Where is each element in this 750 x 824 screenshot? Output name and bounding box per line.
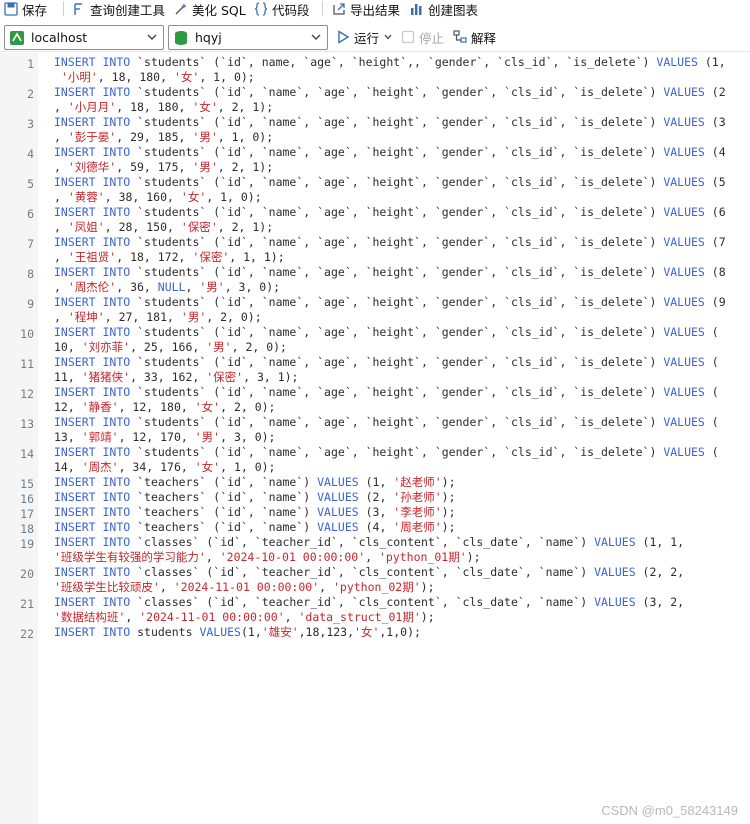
chevron-down-icon — [147, 34, 157, 40]
query-builder-button[interactable]: 查询创建工具 — [72, 0, 165, 18]
line-number: 8 — [27, 267, 34, 281]
chevron-down-icon — [384, 34, 392, 40]
line-number: 3 — [27, 117, 34, 131]
watermark: CSDN @m0_58243149 — [601, 803, 738, 818]
code-line[interactable]: INSERT INTO `students` (`id`, `name`, `a… — [54, 295, 744, 325]
line-number: 20 — [20, 567, 34, 581]
line-number: 19 — [20, 537, 34, 551]
export-results-button[interactable]: 导出结果 — [332, 0, 400, 18]
explain-button[interactable]: 解释 — [453, 26, 496, 48]
run-button[interactable]: 运行 — [336, 26, 393, 48]
line-number: 4 — [27, 147, 34, 161]
query-builder-icon — [74, 3, 82, 15]
code-snippet-label: 代码段 — [272, 2, 310, 18]
line-number-gutter — [0, 53, 38, 824]
line-number: 14 — [20, 447, 34, 461]
code-line[interactable]: INSERT INTO `teachers` (`id`, `name`) VA… — [54, 490, 744, 505]
code-line[interactable]: INSERT INTO `teachers` (`id`, `name`) VA… — [54, 475, 744, 490]
connection-select[interactable]: localhost — [4, 25, 164, 50]
code-line[interactable]: INSERT INTO `teachers` (`id`, `name`) VA… — [54, 520, 744, 535]
beautify-sql-label: 美化 SQL — [192, 2, 246, 18]
line-number: 16 — [20, 492, 34, 506]
code-line[interactable]: INSERT INTO `students` (`id`, `name`, `a… — [54, 115, 744, 145]
code-line[interactable]: INSERT INTO `students` (`id`, `name`, `a… — [54, 175, 744, 205]
stop-label: 停止 — [419, 30, 445, 46]
code-line[interactable]: INSERT INTO `students` (`id`, `name`, `a… — [54, 235, 744, 265]
code-line[interactable]: INSERT INTO `students` (`id`, `name`, `a… — [54, 85, 744, 115]
create-chart-button[interactable]: 创建图表 — [410, 0, 478, 18]
connection-icon — [10, 30, 24, 45]
code-line[interactable]: INSERT INTO `students` (`id`, `name`, `a… — [54, 445, 744, 475]
beautify-sql-button[interactable]: 美化 SQL — [174, 0, 246, 18]
bar-chart-icon — [411, 4, 422, 15]
save-label: 保存 — [22, 2, 48, 18]
magic-wand-icon — [175, 3, 187, 15]
line-number: 15 — [20, 477, 34, 491]
code-line[interactable]: INSERT INTO `students` (`id`, `name`, `a… — [54, 265, 744, 295]
code-line[interactable]: INSERT INTO `students` (`id`, `name`, `a… — [54, 415, 744, 445]
line-number: 2 — [27, 87, 34, 101]
toolbar-divider — [63, 1, 64, 16]
export-results-label: 导出结果 — [350, 2, 401, 18]
line-number: 1 — [27, 57, 34, 71]
stop-button[interactable]: 停止 — [401, 26, 444, 48]
line-number: 9 — [27, 297, 34, 311]
database-select[interactable]: hqyj — [168, 25, 328, 50]
line-number: 7 — [27, 237, 34, 251]
code-line[interactable]: INSERT INTO `students` (`id`, name, `age… — [54, 55, 744, 85]
line-number: 18 — [20, 522, 34, 536]
line-number: 6 — [27, 207, 34, 221]
code-line[interactable]: INSERT INTO `teachers` (`id`, `name`) VA… — [54, 505, 744, 520]
line-number: 22 — [20, 627, 34, 641]
run-label: 运行 — [354, 30, 380, 46]
line-number: 11 — [20, 357, 34, 371]
database-value: hqyj — [195, 30, 222, 45]
code-line[interactable]: INSERT INTO `classes` (`id`, `teacher_id… — [54, 565, 744, 595]
explain-icon — [453, 30, 467, 43]
connection-value: localhost — [31, 30, 88, 45]
line-number: 21 — [20, 597, 34, 611]
code-line[interactable]: INSERT INTO `students` (`id`, `name`, `a… — [54, 145, 744, 175]
toolbar-divider — [322, 1, 323, 16]
stop-icon — [401, 30, 415, 44]
query-builder-label: 查询创建工具 — [90, 2, 166, 18]
code-line[interactable]: INSERT INTO `students` (`id`, `name`, `a… — [54, 325, 744, 355]
database-icon — [175, 30, 187, 45]
braces-icon — [254, 2, 268, 16]
main-toolbar: 保存 查询创建工具 美化 SQL 代码段 导出结果 创建图表 — [0, 0, 750, 20]
save-button[interactable]: 保存 — [4, 0, 47, 18]
line-number: 5 — [27, 177, 34, 191]
chevron-down-icon — [311, 34, 321, 40]
save-icon — [4, 2, 18, 16]
line-number: 10 — [20, 327, 34, 341]
code-line[interactable]: INSERT INTO `students` (`id`, `name`, `a… — [54, 205, 744, 235]
code-line[interactable]: INSERT INTO `classes` (`id`, `teacher_id… — [54, 595, 744, 625]
code-line[interactable]: INSERT INTO students VALUES(1,'雄安',18,12… — [54, 625, 744, 640]
create-chart-label: 创建图表 — [428, 2, 479, 18]
code-line[interactable]: INSERT INTO `students` (`id`, `name`, `a… — [54, 355, 744, 385]
line-number: 12 — [20, 387, 34, 401]
connection-toolbar: localhost hqyj 运行 停止 解释 — [0, 22, 750, 52]
line-number: 17 — [20, 507, 34, 521]
line-number: 13 — [20, 417, 34, 431]
sql-editor[interactable]: 1 INSERT INTO `students` (`id`, name, `ag… — [0, 53, 750, 824]
code-line[interactable]: INSERT INTO `students` (`id`, `name`, `a… — [54, 385, 744, 415]
play-icon — [338, 30, 350, 44]
explain-label: 解释 — [471, 30, 497, 46]
code-snippet-button[interactable]: 代码段 — [254, 0, 310, 18]
export-icon — [333, 3, 345, 15]
code-line[interactable]: INSERT INTO `classes` (`id`, `teacher_id… — [54, 535, 744, 565]
